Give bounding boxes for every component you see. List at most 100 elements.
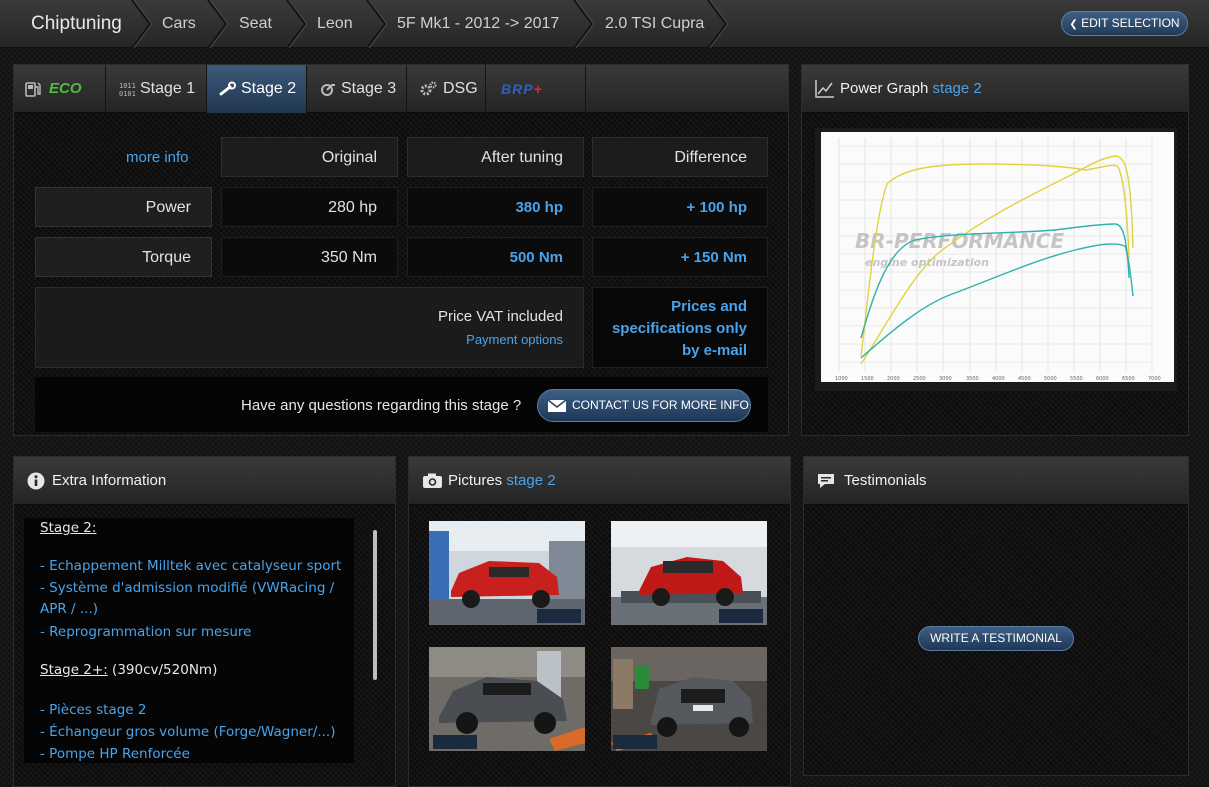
write-testimonial-button[interactable]: WRITE A TESTIMONIAL bbox=[918, 626, 1074, 651]
testimonials-title: Testimonials bbox=[844, 472, 927, 489]
info-line: APR / ...) bbox=[40, 601, 99, 617]
power-graph-title: Power Graph bbox=[840, 80, 929, 97]
question-text: Have any questions regarding this stage … bbox=[241, 397, 522, 414]
line-chart-icon bbox=[815, 80, 834, 98]
power-graph-header: Power Graph stage 2 bbox=[802, 65, 1188, 113]
row-label-power: Power bbox=[35, 187, 212, 227]
price-label: Price VAT included bbox=[437, 308, 563, 325]
tab-stage-3[interactable]: Stage 3 bbox=[307, 65, 407, 113]
tab-stage-2-label: Stage 2 bbox=[241, 80, 297, 97]
svg-text:4000: 4000 bbox=[992, 376, 1005, 382]
testimonials-header: Testimonials bbox=[804, 457, 1188, 505]
grey-leon-dyno-rear-photo[interactable] bbox=[611, 647, 767, 751]
testimonials-panel: Testimonials bbox=[803, 456, 1189, 776]
price-box: Price VAT included Payment options bbox=[35, 287, 584, 368]
tab-brp-plus[interactable]: BRP+ bbox=[486, 65, 586, 113]
info-line: Stage 2+: bbox=[40, 662, 108, 678]
svg-text:BR-PERFORMANCE: BR-PERFORMANCE bbox=[855, 229, 1065, 253]
breadcrumb-separator bbox=[130, 0, 152, 48]
edit-selection-label: EDIT SELECTION bbox=[1081, 16, 1180, 30]
power-difference: + 100 hp bbox=[592, 187, 768, 227]
stage-panel: ECO 1011 0101 Stage 1 Stage 2 Stage 3 DSG… bbox=[13, 64, 789, 436]
red-leon-dyno-rear-photo[interactable] bbox=[611, 521, 767, 625]
torque-difference: + 150 Nm bbox=[592, 237, 768, 277]
wrench-icon bbox=[219, 81, 236, 96]
gear-icon bbox=[420, 81, 437, 96]
row-label-torque: Torque bbox=[35, 237, 212, 277]
header-after-tuning: After tuning bbox=[407, 137, 584, 177]
breadcrumb-leon[interactable]: Leon bbox=[317, 0, 353, 48]
price-value: Prices and specifications only by e-mail bbox=[592, 287, 768, 368]
power-after: 380 hp bbox=[407, 187, 584, 227]
tab-stage-3-label: Stage 3 bbox=[341, 80, 397, 97]
breadcrumb-separator bbox=[285, 0, 307, 48]
header-difference: Difference bbox=[592, 137, 768, 177]
info-line: - Échangeur gros volume (Forge/Wagner/..… bbox=[40, 724, 336, 740]
svg-text:1500: 1500 bbox=[861, 376, 874, 382]
svg-text:engine optimization: engine optimization bbox=[865, 256, 989, 269]
tab-stage-1-label: Stage 1 bbox=[140, 80, 196, 97]
red-leon-dyno-front-photo[interactable] bbox=[429, 521, 585, 625]
stage-tabs: ECO 1011 0101 Stage 1 Stage 2 Stage 3 DSG… bbox=[14, 65, 788, 113]
pictures-header: Pictures stage 2 bbox=[409, 457, 790, 505]
svg-text:3500: 3500 bbox=[966, 376, 979, 382]
breadcrumb-engine[interactable]: 2.0 TSI Cupra bbox=[605, 0, 704, 48]
svg-text:5500: 5500 bbox=[1070, 376, 1083, 382]
header-original: Original bbox=[221, 137, 398, 177]
tab-stage-2[interactable]: Stage 2 bbox=[207, 65, 307, 113]
breadcrumb-cars[interactable]: Cars bbox=[162, 0, 196, 48]
extra-info-scrollbar[interactable] bbox=[373, 530, 377, 680]
tab-dsg[interactable]: DSG bbox=[407, 65, 486, 113]
extra-information-content: Stage 2: - Echappement Milltek avec cata… bbox=[24, 518, 354, 763]
info-line-suffix: (390cv/520Nm) bbox=[107, 662, 218, 678]
info-line: - Pièces stage 2 bbox=[40, 702, 147, 718]
payment-options-link[interactable]: Payment options bbox=[466, 332, 563, 347]
breadcrumb-generation[interactable]: 5F Mk1 - 2012 -> 2017 bbox=[397, 0, 559, 48]
info-line: Stage 2: bbox=[40, 520, 97, 536]
tab-stage-1[interactable]: 1011 0101 Stage 1 bbox=[106, 65, 207, 113]
contact-us-label: CONTACT US FOR MORE INFO bbox=[572, 398, 749, 412]
speech-bubble-icon bbox=[818, 474, 834, 488]
edit-selection-button[interactable]: ❮ EDIT SELECTION bbox=[1061, 11, 1188, 36]
svg-text:3000: 3000 bbox=[939, 376, 952, 382]
power-original: 280 hp bbox=[221, 187, 398, 227]
pictures-title: Pictures bbox=[448, 472, 503, 489]
price-value-line: specifications only bbox=[611, 320, 747, 337]
price-value-line: Prices and bbox=[671, 298, 747, 315]
breadcrumb-chiptuning[interactable]: Chiptuning bbox=[31, 0, 122, 48]
power-graph-title-wrap: Power Graph stage 2 bbox=[840, 65, 982, 113]
info-icon bbox=[27, 472, 45, 490]
torque-original: 350 Nm bbox=[221, 237, 398, 277]
svg-text:6000: 6000 bbox=[1096, 376, 1109, 382]
brp-logo: BRP+ bbox=[501, 81, 543, 97]
dyno-graph-image: BR-PERFORMANCE engine optimization 1000 1… bbox=[815, 128, 1177, 391]
tab-dsg-label: DSG bbox=[443, 80, 478, 97]
price-value-line: by e-mail bbox=[681, 342, 747, 359]
turbo-icon bbox=[321, 84, 335, 96]
fuel-pump-icon bbox=[25, 82, 41, 97]
svg-text:0101: 0101 bbox=[119, 90, 136, 97]
chevron-left-icon: ❮ bbox=[1069, 19, 1078, 30]
info-line: - Reprogrammation sur mesure bbox=[40, 624, 252, 640]
tab-eco-label: ECO bbox=[49, 80, 82, 97]
breadcrumb-seat[interactable]: Seat bbox=[239, 0, 272, 48]
more-info-link[interactable]: more info bbox=[126, 149, 189, 166]
binary-icon: 10110101 bbox=[119, 82, 136, 97]
info-line: - Système d'admission modifié (VWRacing … bbox=[40, 580, 335, 596]
pictures-title-wrap: Pictures stage 2 bbox=[448, 457, 556, 505]
torque-after: 500 Nm bbox=[407, 237, 584, 277]
envelope-icon bbox=[547, 399, 567, 412]
breadcrumb: Chiptuning Cars Seat Leon 5F Mk1 - 2012 … bbox=[0, 0, 1209, 48]
svg-text:7000: 7000 bbox=[1148, 376, 1161, 382]
tab-eco[interactable]: ECO bbox=[14, 65, 106, 113]
svg-text:1000: 1000 bbox=[835, 376, 848, 382]
power-graph-stage: stage 2 bbox=[932, 80, 982, 97]
svg-text:5000: 5000 bbox=[1044, 376, 1057, 382]
breadcrumb-separator bbox=[206, 0, 228, 48]
camera-icon bbox=[423, 473, 442, 488]
grey-leon-dyno-front-photo[interactable] bbox=[429, 647, 585, 751]
svg-text:2000: 2000 bbox=[887, 376, 900, 382]
info-line: - Pompe HP Renforcée bbox=[40, 746, 190, 762]
info-line: - Echappement Milltek avec catalyseur sp… bbox=[40, 558, 342, 574]
contact-us-button[interactable]: CONTACT US FOR MORE INFO bbox=[537, 389, 751, 422]
